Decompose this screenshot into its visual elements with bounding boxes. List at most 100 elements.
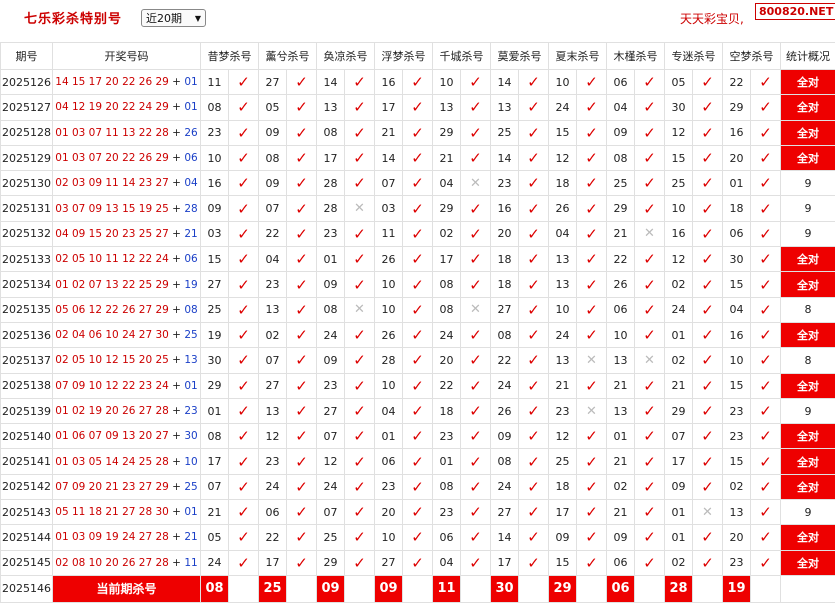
- check-icon: ✓: [692, 296, 723, 323]
- kill-number: 09: [258, 170, 287, 197]
- kill-number: 12: [258, 423, 287, 450]
- column-header: 专迷杀号: [664, 42, 723, 70]
- plus-sign: +: [168, 379, 185, 392]
- check-icon: ✓: [750, 499, 781, 526]
- issue-number: 2025130: [0, 170, 53, 197]
- main-numbers: 04 12 19 20 22 24 29: [55, 101, 169, 114]
- check-icon: ✓: [634, 397, 665, 425]
- check-icon: ✓: [750, 296, 781, 323]
- kill-number: 06: [432, 524, 461, 551]
- kill-number: 20: [722, 524, 751, 551]
- plus-sign: +: [168, 531, 185, 544]
- kill-number: 07: [316, 423, 345, 450]
- main-numbers: 02 05 10 11 12 22 24: [55, 253, 169, 266]
- main-numbers: 05 06 12 22 26 27 29: [55, 303, 169, 316]
- check-icon: ✓: [692, 397, 723, 425]
- issue-number: 2025143: [0, 499, 53, 526]
- stat-summary: 全对: [780, 246, 835, 273]
- check-icon: ✓: [344, 220, 375, 248]
- kill-number: 01: [200, 397, 229, 425]
- main-numbers: 01 02 19 20 26 27 28: [55, 405, 169, 417]
- period-select[interactable]: 近20期 ▼: [141, 9, 206, 27]
- table-row: 2025129 01 03 07 20 22 26 29 + 06 10 ✓ 08 ✓ 17…: [0, 144, 835, 172]
- check-icon: ✓: [692, 68, 723, 96]
- kill-number: 01: [432, 448, 461, 475]
- check-icon: ✓: [228, 423, 259, 450]
- stat-summary: 9: [780, 220, 835, 248]
- table-row: 2025126 14 15 17 20 22 26 29 + 01 11 ✓ 27 ✓ 14…: [0, 68, 835, 96]
- blank-cell: [780, 574, 835, 603]
- plus-sign: +: [168, 303, 185, 316]
- kill-number: 09: [548, 524, 577, 551]
- kill-number: 10: [722, 347, 751, 374]
- kill-number: 21: [432, 144, 461, 172]
- kill-number: 16: [200, 170, 229, 197]
- check-icon: ✓: [576, 549, 607, 576]
- special-number: 01: [184, 379, 198, 392]
- check-icon: ✓: [460, 397, 491, 425]
- kill-number: 14: [490, 144, 519, 172]
- special-number: 30: [184, 430, 198, 443]
- plus-sign: +: [168, 329, 185, 342]
- current-kill-number: 09: [374, 574, 403, 603]
- check-icon: ✓: [460, 220, 491, 248]
- check-icon: ✓: [402, 144, 433, 172]
- kill-number: 08: [258, 144, 287, 172]
- check-icon: ✓: [286, 473, 317, 501]
- check-icon: ✓: [750, 372, 781, 399]
- plus-sign: +: [168, 101, 185, 114]
- kill-number: 11: [200, 68, 229, 96]
- special-number: 26: [184, 126, 198, 139]
- check-icon: ✓: [750, 321, 781, 349]
- check-icon: ✓: [228, 220, 259, 248]
- check-icon: ✓: [402, 271, 433, 298]
- plus-sign: +: [168, 278, 185, 291]
- kill-number: 24: [316, 473, 345, 501]
- kill-number: 09: [606, 524, 635, 551]
- current-kill-number: 29: [548, 574, 577, 603]
- check-icon: ✓: [692, 195, 723, 222]
- check-icon: ✓: [634, 94, 665, 121]
- main-numbers: 01 03 09 19 24 27 28: [55, 531, 169, 544]
- kill-number: 06: [258, 499, 287, 526]
- check-icon: ✓: [634, 473, 665, 501]
- check-icon: ✓: [692, 246, 723, 273]
- check-icon: ✓: [286, 499, 317, 526]
- kill-number: 29: [200, 372, 229, 399]
- kill-number: 14: [490, 68, 519, 96]
- kill-number: 04: [722, 296, 751, 323]
- check-icon: ✓: [518, 372, 549, 399]
- kill-number: 30: [664, 94, 693, 121]
- check-icon: ✓: [634, 271, 665, 298]
- brand-logo[interactable]: 800820.NET: [755, 3, 835, 20]
- kill-number: 23: [432, 423, 461, 450]
- draw-numbers: 05 11 18 21 27 28 30 + 01: [52, 499, 201, 526]
- check-icon: ✓: [634, 321, 665, 349]
- issue-number: 2025140: [0, 423, 53, 450]
- blank-cell: [402, 574, 433, 603]
- kill-number: 17: [316, 144, 345, 172]
- kill-number: 01: [316, 246, 345, 273]
- kill-number: 15: [664, 144, 693, 172]
- check-icon: ✓: [402, 170, 433, 197]
- kill-number: 13: [722, 499, 751, 526]
- stat-summary: 8: [780, 296, 835, 323]
- kill-number: 01: [722, 170, 751, 197]
- check-icon: ✓: [750, 220, 781, 248]
- stat-summary: 9: [780, 499, 835, 526]
- special-number: 11: [184, 556, 198, 569]
- kill-number: 29: [432, 195, 461, 222]
- stat-summary: 全对: [780, 144, 835, 172]
- check-icon: ✓: [750, 473, 781, 501]
- check-icon: ✓: [344, 271, 375, 298]
- check-icon: ✓: [228, 94, 259, 121]
- check-icon: ✓: [460, 144, 491, 172]
- kill-number: 24: [432, 321, 461, 349]
- kill-number: 13: [606, 347, 635, 374]
- blank-cell: [344, 574, 375, 603]
- kill-number: 29: [722, 94, 751, 121]
- cross-icon: ✕: [576, 397, 607, 425]
- issue-number: 2025135: [0, 296, 53, 323]
- check-icon: ✓: [228, 195, 259, 222]
- plus-sign: +: [168, 177, 185, 190]
